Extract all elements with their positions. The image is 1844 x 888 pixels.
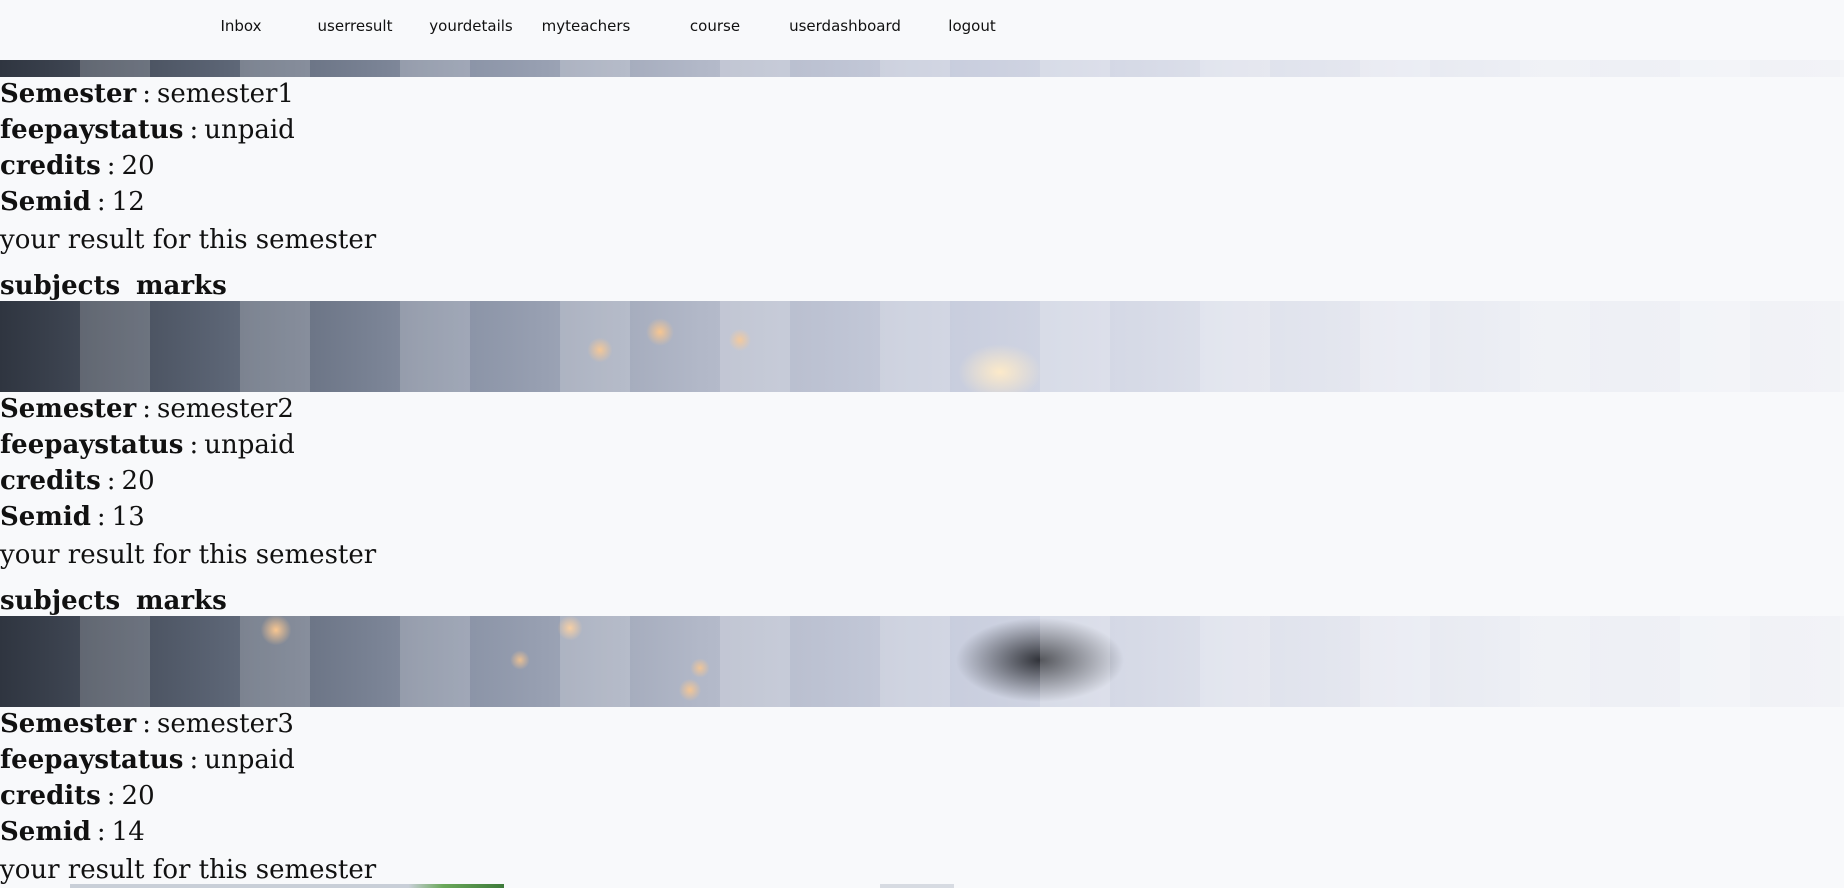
separator: : bbox=[96, 187, 106, 217]
marks-column-header: marks bbox=[136, 586, 227, 616]
separator: : bbox=[106, 781, 116, 811]
separator: : bbox=[106, 151, 116, 181]
separator: : bbox=[189, 430, 199, 460]
semid-label: Semid bbox=[0, 817, 91, 847]
result-heading: your result for this semester bbox=[0, 225, 377, 255]
semester-row: Semester: semester3 bbox=[0, 707, 294, 741]
nav-link-myteachers[interactable]: myteachers bbox=[542, 17, 631, 35]
result-heading: your result for this semester bbox=[0, 855, 377, 885]
semid-row: Semid:12 bbox=[0, 185, 145, 219]
nav-link-userdashboard[interactable]: userdashboard bbox=[789, 17, 901, 35]
feepaystatus-row: feepaystatus: unpaid bbox=[0, 428, 295, 462]
feepaystatus-row: feepaystatus: unpaid bbox=[0, 743, 295, 777]
semester-card: Semester: semester1 feepaystatus: unpaid c… bbox=[0, 77, 1844, 301]
nav-link-yourdetails[interactable]: yourdetails bbox=[429, 17, 512, 35]
semid-value: 14 bbox=[111, 817, 145, 847]
credits-row: credits:20 bbox=[0, 149, 155, 183]
nav-link-logout[interactable]: logout bbox=[948, 17, 995, 35]
credits-label: credits bbox=[0, 781, 101, 811]
semester-label: Semester bbox=[0, 79, 137, 109]
feepaystatus-value: unpaid bbox=[204, 745, 295, 775]
semester-value: semester2 bbox=[157, 394, 294, 424]
results-table-header: subjects marks bbox=[0, 586, 227, 616]
separator: : bbox=[96, 502, 106, 532]
subjects-column-header: subjects bbox=[0, 586, 121, 616]
next-section-image-edge bbox=[880, 884, 954, 888]
semester-row: Semester: semester2 bbox=[0, 392, 294, 426]
credits-value: 20 bbox=[121, 466, 155, 496]
semester-value: semester1 bbox=[157, 79, 294, 109]
semester-card: Semester: semester2 feepaystatus: unpaid c… bbox=[0, 392, 1844, 616]
separator: : bbox=[96, 817, 106, 847]
separator: : bbox=[106, 466, 116, 496]
nav-link-course[interactable]: course bbox=[690, 17, 740, 35]
feepaystatus-label: feepaystatus bbox=[0, 745, 184, 775]
semester-row: Semester: semester1 bbox=[0, 77, 294, 111]
semid-label: Semid bbox=[0, 502, 91, 532]
separator: : bbox=[142, 79, 152, 109]
feepaystatus-label: feepaystatus bbox=[0, 430, 184, 460]
feepaystatus-row: feepaystatus: unpaid bbox=[0, 113, 295, 147]
semid-value: 12 bbox=[111, 187, 145, 217]
credits-row: credits:20 bbox=[0, 779, 155, 813]
nav-link-userresult[interactable]: userresult bbox=[318, 17, 393, 35]
semester-card: Semester: semester3 feepaystatus: unpaid c… bbox=[0, 707, 1844, 888]
semid-label: Semid bbox=[0, 187, 91, 217]
semid-value: 13 bbox=[111, 502, 145, 532]
top-navbar: Inbox userresult yourdetails myteachers … bbox=[0, 0, 1844, 60]
semester-label: Semester bbox=[0, 394, 137, 424]
semid-row: Semid:14 bbox=[0, 815, 145, 849]
marks-column-header: marks bbox=[136, 271, 227, 301]
semid-row: Semid:13 bbox=[0, 500, 145, 534]
credits-value: 20 bbox=[121, 151, 155, 181]
subjects-column-header: subjects bbox=[0, 271, 121, 301]
separator: : bbox=[189, 745, 199, 775]
results-table-header: subjects marks bbox=[0, 271, 227, 301]
feepaystatus-value: unpaid bbox=[204, 115, 295, 145]
result-heading: your result for this semester bbox=[0, 540, 377, 570]
separator: : bbox=[142, 709, 152, 739]
separator: : bbox=[142, 394, 152, 424]
feepaystatus-label: feepaystatus bbox=[0, 115, 184, 145]
credits-label: credits bbox=[0, 151, 101, 181]
credits-value: 20 bbox=[121, 781, 155, 811]
feepaystatus-value: unpaid bbox=[204, 430, 295, 460]
semester-value: semester3 bbox=[157, 709, 294, 739]
semester-label: Semester bbox=[0, 709, 137, 739]
credits-label: credits bbox=[0, 466, 101, 496]
next-section-image-edge bbox=[70, 884, 504, 888]
nav-link-inbox[interactable]: Inbox bbox=[220, 17, 261, 35]
credits-row: credits:20 bbox=[0, 464, 155, 498]
separator: : bbox=[189, 115, 199, 145]
